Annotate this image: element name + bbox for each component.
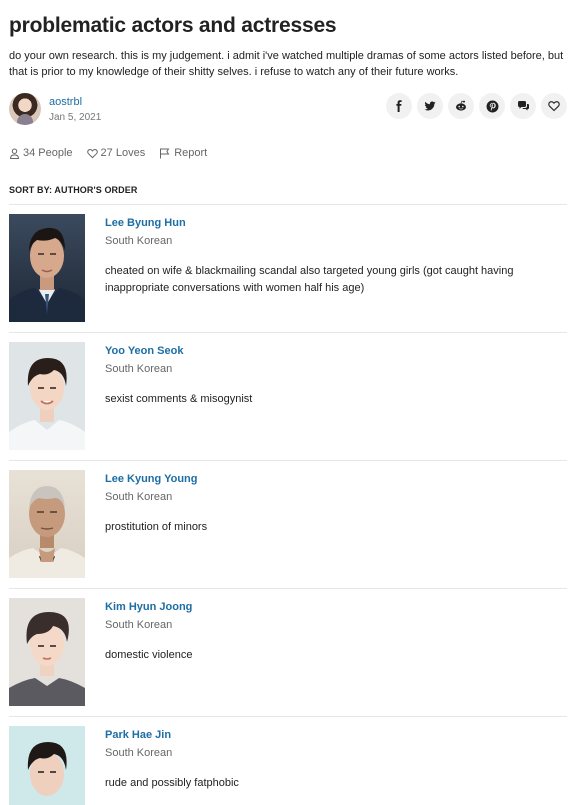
actor-photo[interactable] <box>9 342 85 450</box>
report-label: Report <box>174 147 208 159</box>
actor-photo[interactable] <box>9 726 85 805</box>
loves-count[interactable]: 27 Loves <box>86 147 146 159</box>
person-icon <box>9 148 20 159</box>
list-item: Lee Kyung Young South Korean prostitutio… <box>9 461 567 589</box>
actor-name[interactable]: Yoo Yeon Seok <box>105 345 183 357</box>
actor-note: sexist comments & misogynist <box>105 393 253 405</box>
share-buttons <box>386 93 567 119</box>
people-count[interactable]: 34 People <box>9 147 73 159</box>
report-link[interactable]: Report <box>159 147 207 159</box>
actor-note: cheated on wife & blackmailing scandal a… <box>105 265 514 294</box>
pinterest-icon[interactable] <box>479 93 505 119</box>
list-item: Yoo Yeon Seok South Korean sexist commen… <box>9 333 567 461</box>
post-date: Jan 5, 2021 <box>49 112 102 123</box>
author-name[interactable]: aostrbl <box>49 96 82 108</box>
twitter-icon[interactable] <box>417 93 443 119</box>
actor-name[interactable]: Lee Kyung Young <box>105 473 198 485</box>
actor-name[interactable]: Lee Byung Hun <box>105 217 186 229</box>
avatar[interactable] <box>9 93 41 125</box>
actor-name[interactable]: Park Hae Jin <box>105 729 171 741</box>
actor-note: prostitution of minors <box>105 521 208 533</box>
sort-label[interactable]: SORT BY: AUTHOR'S ORDER <box>9 185 567 205</box>
entry-list: Lee Byung Hun South Korean cheated on wi… <box>9 205 567 805</box>
actor-photo[interactable] <box>9 598 85 706</box>
actor-note: domestic violence <box>105 649 193 661</box>
reddit-icon[interactable] <box>448 93 474 119</box>
loves-label: 27 Loves <box>100 147 146 159</box>
actor-nationality: South Korean <box>105 491 173 503</box>
list-stats: 34 People 27 Loves Report <box>9 147 567 159</box>
author-row: aostrbl Jan 5, 2021 <box>9 93 567 133</box>
list-item: Kim Hyun Joong South Korean domestic vio… <box>9 589 567 717</box>
people-label: 34 People <box>23 147 73 159</box>
comments-icon[interactable] <box>510 93 536 119</box>
actor-photo[interactable] <box>9 470 85 578</box>
facebook-icon[interactable] <box>386 93 412 119</box>
actor-nationality: South Korean <box>105 619 173 631</box>
flag-icon <box>159 148 171 159</box>
actor-nationality: South Korean <box>105 235 173 247</box>
actor-photo[interactable] <box>9 214 85 322</box>
list-description: do your own research. this is my judgeme… <box>9 50 564 78</box>
heart-icon[interactable] <box>541 93 567 119</box>
actor-note: rude and possibly fatphobic <box>105 777 239 789</box>
actor-nationality: South Korean <box>105 363 173 375</box>
list-item: Park Hae Jin South Korean rude and possi… <box>9 717 567 805</box>
heart-outline-icon <box>86 148 98 159</box>
list-item: Lee Byung Hun South Korean cheated on wi… <box>9 205 567 333</box>
page-title: problematic actors and actresses <box>9 14 337 37</box>
actor-nationality: South Korean <box>105 747 173 759</box>
actor-name[interactable]: Kim Hyun Joong <box>105 601 192 613</box>
